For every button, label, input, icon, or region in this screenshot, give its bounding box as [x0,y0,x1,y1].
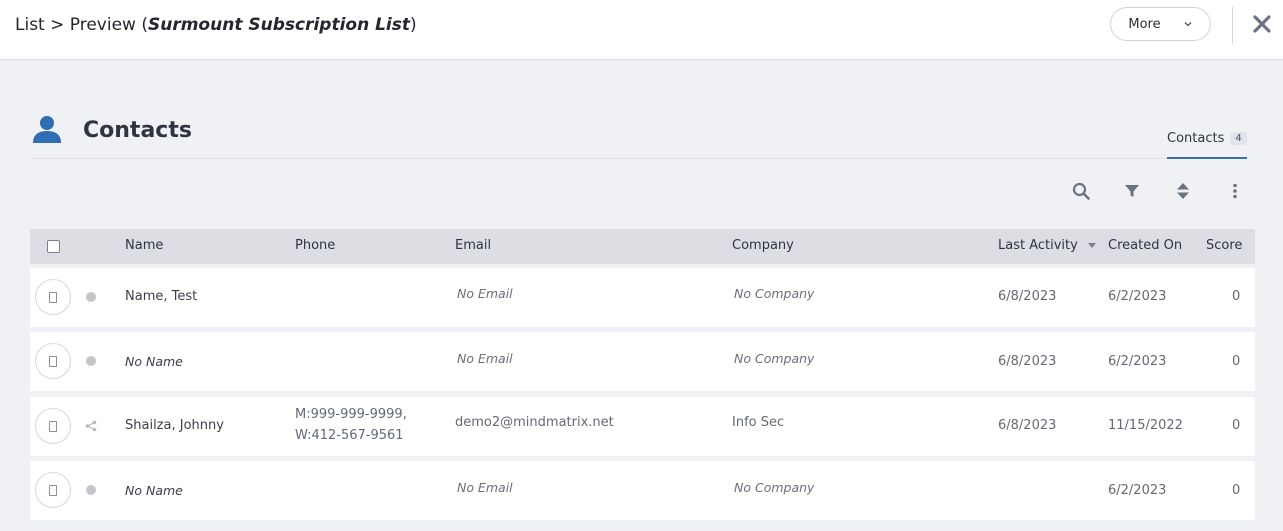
sort-desc-icon [1087,243,1096,248]
phone-outline-icon [49,291,57,303]
section-title: Contacts [83,118,192,143]
contact-last-activity: 6/8/2023 [998,289,1057,304]
close-icon [1253,15,1271,33]
contact-company: Info Sec [732,415,785,430]
header-divider [1232,7,1233,44]
table-row[interactable]: No Name No Email No Company 6/2/2023 0 [30,461,1255,520]
close-button[interactable] [1250,10,1274,38]
chevron-down-icon [1184,22,1192,27]
select-all-checkbox[interactable] [47,240,60,253]
status-dot-icon [86,356,96,366]
column-header-created-on[interactable]: Created On [1108,238,1182,253]
contact-company: No Company [734,351,815,366]
contacts-section-header: Contacts Contacts 4 [30,112,1247,159]
top-bar: List > Preview (Surmount Subscription Li… [0,0,1283,60]
column-header-name[interactable]: Name [125,238,163,253]
contact-created-on: 6/2/2023 [1108,289,1167,304]
contact-email: No Email [457,351,513,366]
contact-last-activity: 6/8/2023 [998,354,1057,369]
contact-last-activity: 6/8/2023 [998,418,1057,433]
status-dot-icon [86,292,96,302]
column-header-phone[interactable]: Phone [295,238,335,253]
more-button[interactable]: More [1110,7,1211,41]
vertical-dots-icon [1233,183,1237,199]
contact-name[interactable]: Shailza, Johnny [125,418,224,433]
table-header: Name Phone Email Company Last Activity C… [30,229,1255,264]
row-select-button[interactable] [35,408,71,444]
person-icon [33,116,61,143]
phone-outline-icon [49,355,57,367]
status-dot-icon [86,485,96,495]
contact-email[interactable]: demo2@mindmatrix.net [455,415,614,430]
column-header-email[interactable]: Email [455,238,491,253]
search-button[interactable] [1070,180,1092,202]
contact-company: No Company [734,480,815,495]
breadcrumb-list-name: Surmount Subscription List [147,15,411,35]
column-header-score[interactable]: Score [1206,238,1242,253]
filter-button[interactable] [1121,180,1143,202]
more-options-button[interactable] [1224,180,1246,202]
contact-score: 0 [1232,483,1241,498]
contact-created-on: 11/15/2022 [1108,418,1183,433]
table-row[interactable]: Shailza, Johnny M:999-999-9999, W:412-56… [30,397,1255,456]
tab-contacts-label: Contacts [1167,131,1225,146]
contact-created-on: 6/2/2023 [1108,483,1167,498]
contact-score: 0 [1232,418,1241,433]
column-header-last-activity-label: Last Activity [998,238,1078,253]
contact-company: No Company [734,286,815,301]
tab-contacts-count: 4 [1230,132,1247,145]
contact-email: No Email [457,286,513,301]
contact-name[interactable]: No Name [125,483,183,498]
contact-phone-work: W:412-567-9561 [295,428,404,443]
row-select-button[interactable] [35,343,71,379]
row-select-button[interactable] [35,472,71,508]
breadcrumb-suffix: ) [410,15,417,35]
breadcrumb: List > Preview (Surmount Subscription Li… [15,15,417,35]
search-icon [1072,182,1090,200]
tab-contacts[interactable]: Contacts 4 [1167,131,1247,159]
sort-icon [1177,183,1189,199]
contact-phone-mobile: M:999-999-9999, [295,407,407,422]
contact-name[interactable]: No Name [125,354,183,369]
contact-name[interactable]: Name, Test [125,289,197,304]
breadcrumb-prefix: List > Preview ( [15,15,148,35]
table-row[interactable]: Name, Test No Email No Company 6/8/2023 … [30,268,1255,327]
phone-outline-icon [49,420,57,432]
share-icon [85,420,97,432]
contact-email: No Email [457,480,513,495]
contact-score: 0 [1232,289,1241,304]
more-button-label: More [1128,16,1161,32]
column-header-company[interactable]: Company [732,238,794,253]
row-select-button[interactable] [35,279,71,315]
phone-outline-icon [49,484,57,496]
contact-score: 0 [1232,354,1241,369]
column-header-last-activity[interactable]: Last Activity [998,238,1097,253]
sort-button[interactable] [1172,180,1194,202]
filter-icon [1125,185,1139,197]
table-row[interactable]: No Name No Email No Company 6/8/2023 6/2… [30,332,1255,391]
contact-created-on: 6/2/2023 [1108,354,1167,369]
